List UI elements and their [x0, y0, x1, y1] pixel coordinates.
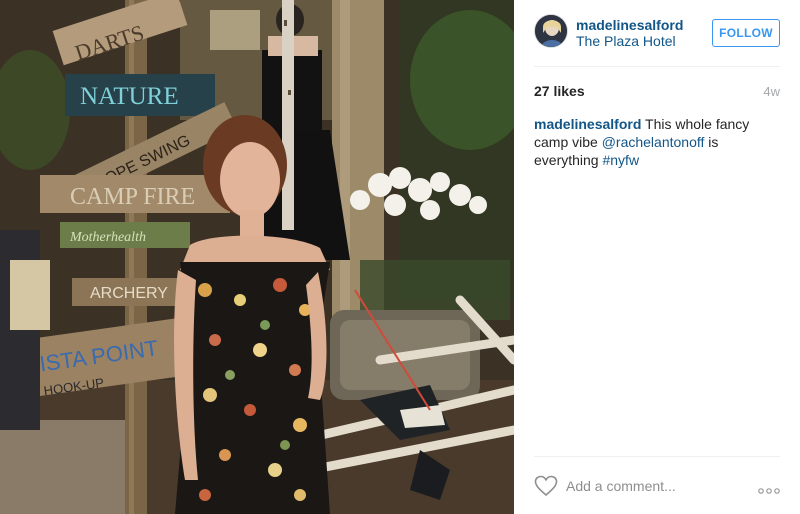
- sign-camp-fire-label: CAMP FIRE: [70, 184, 195, 210]
- header-divider: [534, 66, 780, 67]
- post-photo[interactable]: DARTS NATURE ROPE SWING CAMP FIRE Mother…: [0, 0, 514, 514]
- post-location[interactable]: The Plaza Hotel: [576, 33, 676, 49]
- sign-camp-fire: CAMP FIRE: [40, 175, 230, 213]
- caption-mention[interactable]: @rachelantonoff: [602, 134, 705, 150]
- avatar-image: [535, 15, 567, 47]
- photo-illustration: DARTS NATURE ROPE SWING CAMP FIRE Mother…: [0, 0, 514, 514]
- sign-mother-health: Motherhealth: [60, 222, 190, 248]
- post-age[interactable]: 4w: [763, 84, 780, 99]
- sign-archery: ARCHERY: [72, 278, 182, 306]
- heart-icon[interactable]: [534, 475, 558, 497]
- sign-nature: NATURE: [65, 74, 215, 116]
- post-caption: madelinesalford This whole fancy camp vi…: [534, 115, 784, 169]
- likes-count[interactable]: 27 likes: [534, 83, 585, 99]
- sign-mother-health-label: Motherhealth: [69, 230, 146, 245]
- follow-button[interactable]: FOLLOW: [712, 19, 780, 47]
- more-options-icon[interactable]: [758, 482, 780, 494]
- sign-archery-label: ARCHERY: [90, 285, 168, 302]
- sign-nature-label: NATURE: [80, 83, 179, 110]
- comment-bar: [534, 470, 780, 502]
- post-header: madelinesalford The Plaza Hotel FOLLOW: [534, 14, 780, 52]
- avatar[interactable]: [534, 14, 568, 48]
- post-details-panel: madelinesalford The Plaza Hotel FOLLOW 2…: [514, 0, 800, 514]
- caption-username[interactable]: madelinesalford: [534, 116, 641, 132]
- comment-input[interactable]: [566, 476, 746, 496]
- caption-hashtag[interactable]: #nyfw: [602, 152, 639, 168]
- post-username[interactable]: madelinesalford: [576, 17, 683, 33]
- comment-divider: [534, 456, 780, 457]
